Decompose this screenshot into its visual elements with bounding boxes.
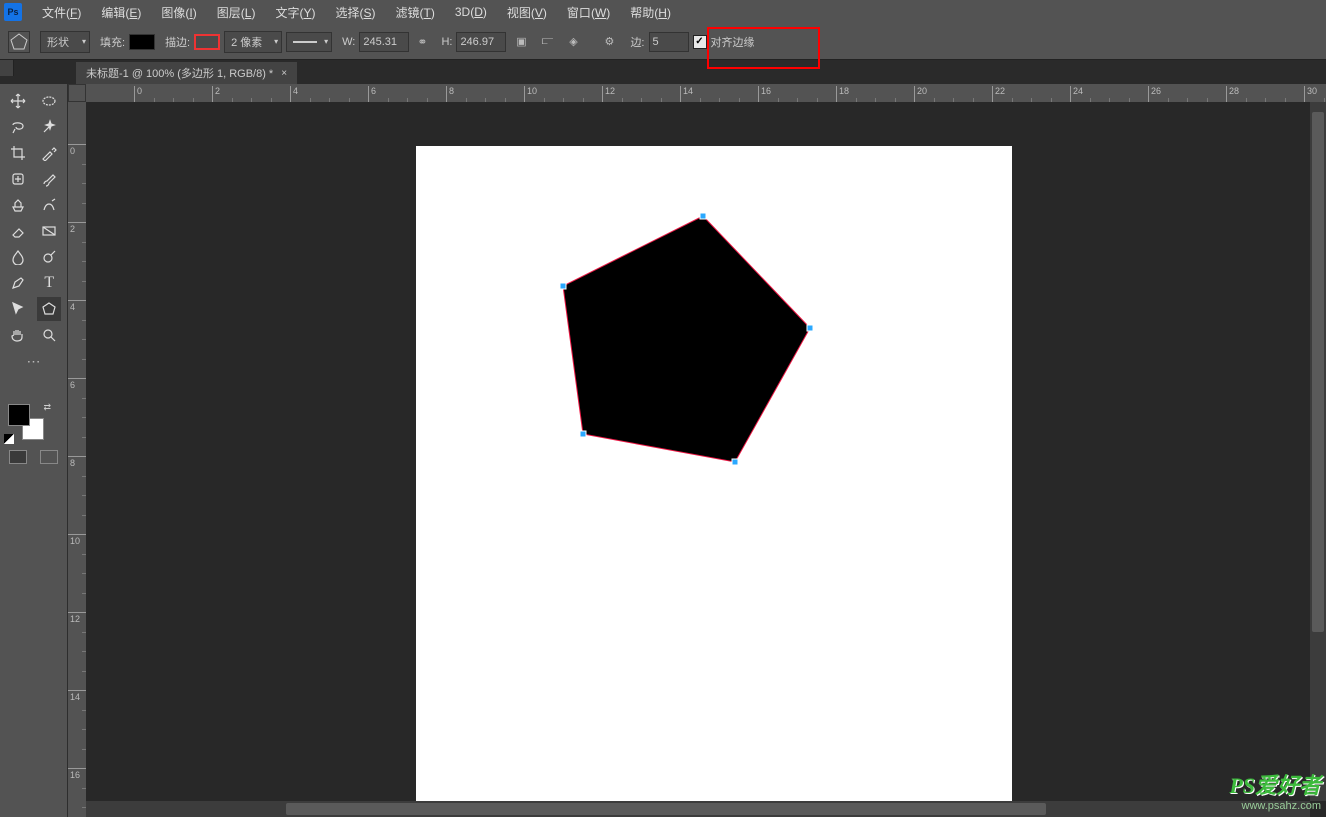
anchor-handle[interactable] — [560, 283, 567, 290]
magic-wand-tool[interactable] — [37, 115, 61, 139]
stroke-width-dropdown[interactable]: 2 像素 — [224, 31, 282, 53]
menubar: Ps 文件(F) 编辑(E) 图像(I) 图层(L) 文字(Y) 选择(S) 滤… — [0, 0, 1326, 24]
polygon-shape-tool[interactable] — [37, 297, 61, 321]
anchor-handle[interactable] — [700, 213, 707, 220]
close-tab-icon[interactable]: × — [281, 68, 287, 79]
default-colors-icon[interactable] — [4, 434, 14, 444]
canvas-area: 024681012141618202224262830 024681012141… — [68, 84, 1326, 817]
width-label: W: — [342, 36, 355, 48]
polygon-tool-icon[interactable] — [8, 31, 30, 53]
link-wh-icon[interactable]: ⚭ — [413, 35, 431, 49]
toolbox: T ⋯ ⇄ — [0, 84, 68, 817]
menu-filter[interactable]: 滤镜(T) — [386, 4, 445, 21]
fill-color-swatch[interactable] — [129, 34, 155, 50]
sides-input[interactable] — [649, 32, 689, 52]
menu-image[interactable]: 图像(I) — [151, 4, 206, 21]
edit-toolbar-icon[interactable]: ⋯ — [22, 349, 46, 373]
gear-icon[interactable]: ⚙ — [598, 31, 620, 53]
pentagon-shape[interactable] — [86, 102, 1326, 817]
menu-type[interactable]: 文字(Y) — [265, 4, 325, 21]
app-logo: Ps — [4, 3, 22, 21]
tool-mode-dropdown[interactable]: 形状 — [40, 31, 90, 53]
eraser-tool[interactable] — [6, 219, 30, 243]
menu-select[interactable]: 选择(S) — [325, 4, 385, 21]
healing-brush-tool[interactable] — [6, 167, 30, 191]
canvas-viewport[interactable] — [86, 102, 1326, 817]
fill-label: 填充: — [100, 34, 125, 50]
pen-tool[interactable] — [6, 271, 30, 295]
clone-stamp-tool[interactable] — [6, 193, 30, 217]
standard-mode-icon[interactable] — [9, 450, 27, 464]
anchor-handle[interactable] — [732, 459, 739, 466]
menu-file[interactable]: 文件(F) — [32, 4, 91, 21]
anchor-handle[interactable] — [807, 325, 814, 332]
menu-layer[interactable]: 图层(L) — [207, 4, 266, 21]
horizontal-scrollbar[interactable] — [86, 801, 1310, 817]
color-picker[interactable]: ⇄ — [2, 400, 65, 444]
menu-edit[interactable]: 编辑(E) — [91, 4, 151, 21]
crop-tool[interactable] — [6, 141, 30, 165]
brush-tool[interactable] — [37, 167, 61, 191]
horizontal-ruler[interactable]: 024681012141618202224262830 — [86, 84, 1326, 102]
history-brush-tool[interactable] — [37, 193, 61, 217]
foreground-color[interactable] — [8, 404, 30, 426]
path-alignment-icon[interactable]: ⫍ — [536, 31, 558, 53]
lasso-tool[interactable] — [6, 115, 30, 139]
vertical-scrollbar[interactable] — [1310, 102, 1326, 801]
stroke-style-dropdown[interactable] — [286, 32, 332, 52]
zoom-tool[interactable] — [37, 323, 61, 347]
vertical-ruler[interactable]: 0246810121416 — [68, 102, 86, 817]
swap-colors-icon[interactable]: ⇄ — [43, 402, 51, 413]
menu-view[interactable]: 视图(V) — [497, 4, 557, 21]
width-input[interactable] — [359, 32, 409, 52]
hand-tool[interactable] — [6, 323, 30, 347]
move-tool[interactable] — [6, 89, 30, 113]
quickmask-mode-icon[interactable] — [40, 450, 58, 464]
type-tool[interactable]: T — [37, 271, 61, 295]
gradient-tool[interactable] — [37, 219, 61, 243]
menu-help[interactable]: 帮助(H) — [620, 4, 681, 21]
menu-window[interactable]: 窗口(W) — [557, 4, 620, 21]
document-tabbar: 未标题-1 @ 100% (多边形 1, RGB/8) * × — [0, 60, 1326, 84]
align-edges-checkbox[interactable]: ✓ — [693, 35, 707, 49]
document-tab-title: 未标题-1 @ 100% (多边形 1, RGB/8) * — [86, 65, 273, 81]
ruler-origin[interactable] — [68, 84, 86, 102]
align-edges-label: 对齐边缘 — [711, 34, 755, 50]
blur-tool[interactable] — [6, 245, 30, 269]
eyedropper-tool[interactable] — [37, 141, 61, 165]
stroke-label: 描边: — [165, 34, 190, 50]
dodge-tool[interactable] — [37, 245, 61, 269]
stroke-color-swatch[interactable] — [194, 34, 220, 50]
marquee-tool[interactable] — [37, 89, 61, 113]
height-label: H: — [441, 36, 452, 48]
height-input[interactable] — [456, 32, 506, 52]
menu-3d[interactable]: 3D(D) — [445, 5, 497, 19]
sides-label: 边: — [630, 34, 644, 50]
path-arrangement-icon[interactable]: ◈ — [562, 31, 584, 53]
panel-dock-tab[interactable] — [0, 60, 14, 76]
path-operations-icon[interactable]: ▣ — [510, 31, 532, 53]
document-tab[interactable]: 未标题-1 @ 100% (多边形 1, RGB/8) * × — [76, 62, 297, 84]
options-bar: 形状 填充: 描边: 2 像素 W: ⚭ H: ▣ ⫍ ◈ ⚙ 边: ✓ 对齐边… — [0, 24, 1326, 60]
path-selection-tool[interactable] — [6, 297, 30, 321]
anchor-handle[interactable] — [580, 431, 587, 438]
